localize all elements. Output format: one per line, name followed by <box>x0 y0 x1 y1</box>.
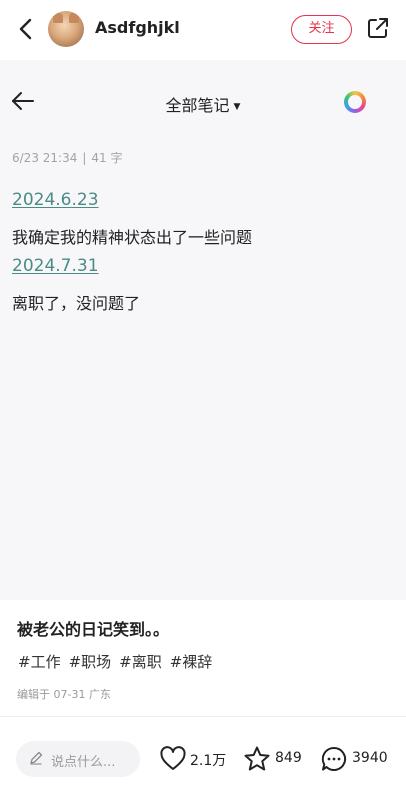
comment-input[interactable]: 说点什么... <box>16 741 140 777</box>
username[interactable]: Asdfghjkl <box>95 18 180 37</box>
favorite-count: 849 <box>275 750 302 766</box>
tag-link[interactable]: #职场 <box>69 653 112 671</box>
post-caption: 被老公的日记笑到。。 <box>17 620 170 639</box>
back-arrow-icon[interactable] <box>12 14 40 44</box>
pen-icon <box>30 751 43 765</box>
comment-count-button[interactable]: 3940 <box>320 745 392 773</box>
edit-info: 编辑于 07-31 广东 <box>17 688 111 701</box>
tag-link[interactable]: #工作 <box>18 653 61 671</box>
tag-link[interactable]: #裸辞 <box>170 653 213 671</box>
entry-text: 我确定我的精神状态出了一些问题 <box>12 228 253 247</box>
share-icon[interactable] <box>366 16 390 40</box>
tag-list: #工作 #职场 #离职 #裸辞 <box>18 651 220 672</box>
comment-bubble-icon <box>321 746 346 771</box>
note-screenshot: 全部笔记 ▼ 6/23 21:34 | 41 字 2024.6.23 我确定我的精神状… <box>0 60 406 600</box>
heart-icon <box>160 746 186 770</box>
note-meta: 6/23 21:34 | 41 字 <box>12 149 122 166</box>
avatar[interactable] <box>48 11 84 47</box>
note-wordcount: 41 字 <box>91 151 123 165</box>
comment-placeholder: 说点什么... <box>51 755 116 770</box>
favorite-button[interactable]: 849 <box>243 745 305 773</box>
meta-separator: | <box>82 151 87 165</box>
note-datetime: 6/23 21:34 <box>12 151 78 165</box>
divider <box>0 716 406 717</box>
tag-link[interactable]: #离职 <box>119 653 162 671</box>
color-ring-icon <box>344 91 366 113</box>
star-icon <box>244 746 270 771</box>
notes-folder-label: 全部笔记 <box>165 96 230 115</box>
entry-date: 2024.6.23 <box>12 190 99 210</box>
comment-count: 3940 <box>352 750 388 766</box>
top-bar: Asdfghjkl 关注 <box>0 0 406 60</box>
dropdown-caret-icon: ▼ <box>233 102 241 112</box>
entry-text: 离职了，没问题了 <box>12 294 141 313</box>
entry-date: 2024.7.31 <box>12 256 99 276</box>
follow-button[interactable]: 关注 <box>291 15 352 44</box>
like-count: 2.1万 <box>190 753 227 769</box>
like-button[interactable]: 2.1万 <box>159 745 229 773</box>
